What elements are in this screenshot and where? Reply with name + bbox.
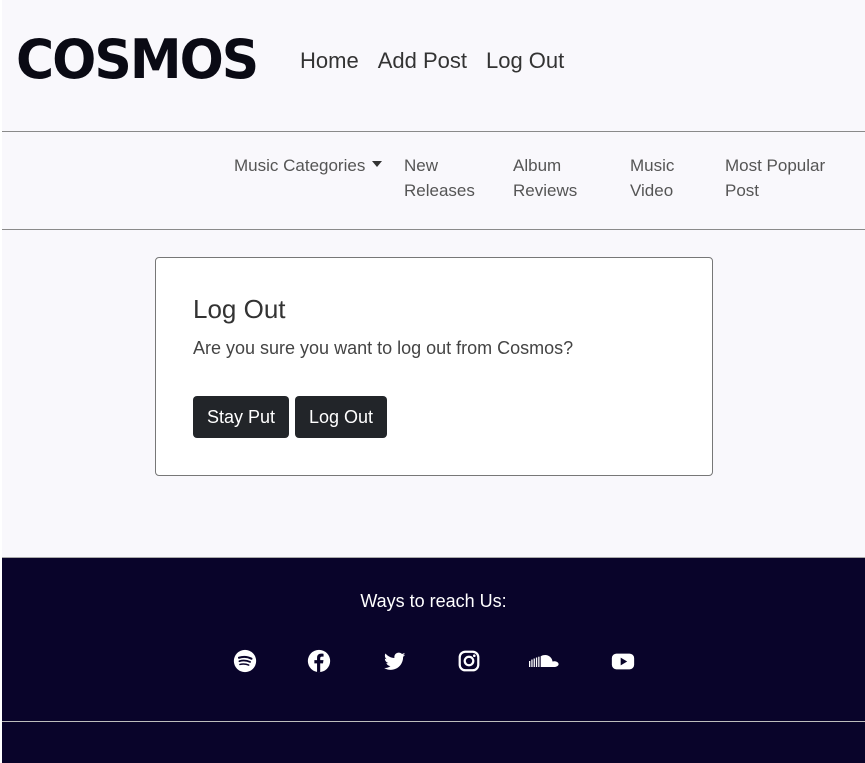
category-music-video[interactable]: Music Video [630, 153, 674, 203]
logout-card: Log Out Are you sure you want to log out… [155, 257, 713, 476]
category-label-line: Video [630, 181, 674, 200]
nav-home-link[interactable]: Home [300, 48, 359, 74]
cosmos-logo[interactable]: COSMOS [16, 29, 259, 92]
instagram-icon[interactable] [455, 648, 483, 674]
top-nav: Home Add Post Log Out [300, 48, 564, 74]
log-out-button[interactable]: Log Out [295, 396, 388, 438]
youtube-icon[interactable] [609, 648, 637, 674]
category-label-line: Music [630, 156, 675, 175]
category-new-releases[interactable]: New Releases [404, 153, 475, 203]
category-most-popular-post[interactable]: Most Popular Post [725, 153, 825, 203]
category-label-line: New [404, 156, 439, 175]
footer-divider [2, 721, 865, 722]
category-label-line: Most Popular [725, 156, 826, 175]
site-footer: Ways to reach Us: [2, 557, 865, 763]
music-categories-dropdown[interactable]: Music Categories [234, 153, 383, 178]
category-album-reviews[interactable]: Album Reviews [513, 153, 577, 203]
category-label-line: Post [725, 181, 760, 200]
category-label-line: Releases [404, 181, 475, 200]
nav-log-out-link[interactable]: Log Out [486, 48, 564, 74]
caret-down-icon [372, 160, 383, 167]
spotify-icon[interactable] [231, 648, 259, 674]
card-title: Log Out [193, 294, 286, 324]
stay-put-button[interactable]: Stay Put [193, 396, 290, 438]
nav-add-post-link[interactable]: Add Post [378, 48, 467, 74]
site-header: COSMOS Home Add Post Log Out [2, 0, 865, 132]
page: COSMOS Home Add Post Log Out Music Categ… [2, 0, 865, 763]
facebook-icon[interactable] [305, 648, 333, 674]
category-label-line: Reviews [513, 181, 578, 200]
card-message: Are you sure you want to log out from Co… [193, 338, 574, 358]
soundcloud-icon[interactable] [528, 648, 560, 674]
category-nav: Music Categories New Releases Album Revi… [2, 132, 865, 230]
footer-title: Ways to reach Us: [360, 591, 507, 611]
category-label-line: Album [513, 156, 562, 175]
twitter-icon[interactable] [381, 648, 409, 674]
music-categories-label: Music Categories [234, 156, 366, 175]
